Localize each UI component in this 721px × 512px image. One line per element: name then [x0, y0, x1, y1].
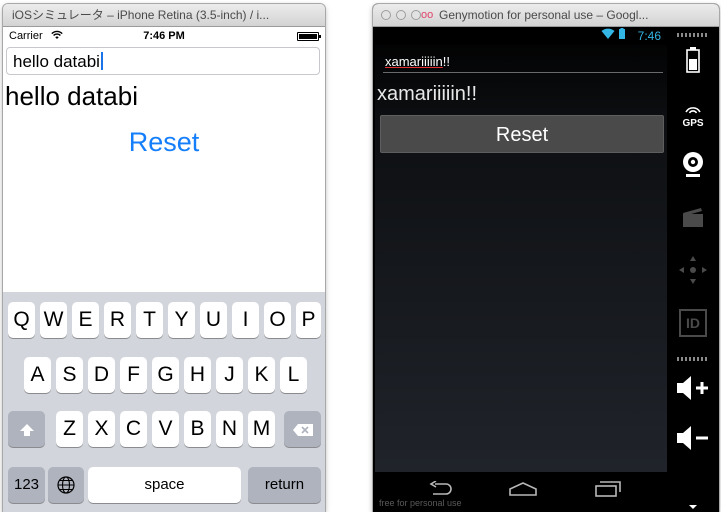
key-b[interactable]: B — [184, 411, 211, 447]
screencast-widget-icon[interactable] — [667, 205, 719, 234]
key-d[interactable]: D — [88, 357, 115, 393]
return-key[interactable]: return — [248, 467, 321, 503]
volume-up-icon[interactable] — [667, 375, 719, 406]
key-n[interactable]: N — [216, 411, 243, 447]
key-q[interactable]: Q — [8, 302, 35, 338]
android-edit-text-suffix: !! — [442, 54, 451, 69]
android-nav-bar: free for personal use — [375, 472, 667, 512]
key-v[interactable]: V — [152, 411, 179, 447]
android-edit-text-value: xamariiiiin — [385, 54, 443, 69]
key-c[interactable]: C — [120, 411, 147, 447]
device-id-label: ID — [679, 309, 707, 337]
battery-icon — [297, 32, 321, 41]
key-l[interactable]: L — [280, 357, 307, 393]
delete-key[interactable] — [284, 411, 321, 447]
key-t[interactable]: T — [136, 302, 163, 338]
volume-down-icon[interactable] — [667, 425, 719, 456]
key-h[interactable]: H — [184, 357, 211, 393]
zoom-window-button[interactable] — [411, 10, 421, 20]
genymotion-sidebar: GPS ID — [667, 27, 719, 512]
shift-icon — [19, 417, 35, 440]
gps-widget-icon[interactable]: GPS — [667, 101, 719, 129]
key-z[interactable]: Z — [56, 411, 83, 447]
android-screen: 7:46 xamariiiiin!! xamariiiiin!! Reset f… — [375, 27, 667, 512]
ios-text-field[interactable]: hello databi — [6, 47, 320, 75]
key-g[interactable]: G — [152, 357, 179, 393]
key-m[interactable]: M — [248, 411, 275, 447]
key-u[interactable]: U — [200, 302, 227, 338]
key-y[interactable]: Y — [168, 302, 195, 338]
key-p[interactable]: P — [296, 302, 321, 338]
webcam-widget-icon[interactable] — [667, 151, 719, 184]
dpad-widget-icon[interactable] — [667, 255, 719, 290]
ios-status-time: 7:46 PM — [143, 30, 185, 42]
android-status-time: 7:46 — [637, 29, 661, 43]
sidebar-grip-middle — [677, 357, 709, 361]
ios-screen: Carrier 7:46 PM hello databi hello datab… — [3, 27, 325, 512]
key-f[interactable]: F — [120, 357, 147, 393]
battery-widget-icon[interactable] — [667, 47, 719, 78]
minimize-window-button[interactable] — [396, 10, 406, 20]
genymotion-window: oo Genymotion for personal use – Googl..… — [373, 4, 719, 512]
globe-icon — [56, 473, 76, 496]
genymotion-titlebar: oo Genymotion for personal use – Googl..… — [373, 4, 719, 27]
ios-keyboard: Q W E R T Y U I O P A S D F G H J K L Z … — [3, 292, 325, 512]
key-e[interactable]: E — [72, 302, 99, 338]
android-output-label: xamariiiiin!! — [377, 83, 478, 105]
key-x[interactable]: X — [88, 411, 115, 447]
genymotion-window-title: Genymotion for personal use – Googl... — [439, 8, 649, 22]
sidebar-grip-top — [677, 33, 709, 37]
key-r[interactable]: R — [104, 302, 131, 338]
android-reset-button[interactable]: Reset — [380, 115, 664, 153]
sidebar-expand-icon[interactable] — [667, 497, 719, 512]
text-caret — [100, 52, 103, 70]
ios-simulator-window: iOSシミュレータ – iPhone Retina (3.5-inch) / i… — [3, 4, 325, 512]
android-recent-apps-icon[interactable] — [595, 480, 621, 503]
device-id-widget-icon[interactable]: ID — [667, 309, 719, 337]
numbers-key[interactable]: 123 — [8, 467, 45, 503]
ios-text-field-value: hello databi — [13, 52, 100, 71]
ios-output-label: hello databi — [5, 81, 138, 111]
key-a[interactable]: A — [24, 357, 51, 393]
ios-status-bar: Carrier 7:46 PM — [3, 27, 325, 45]
android-back-icon[interactable] — [427, 480, 453, 503]
ios-window-title: iOSシミュレータ – iPhone Retina (3.5-inch) / i… — [3, 4, 325, 27]
key-w[interactable]: W — [40, 302, 67, 338]
key-j[interactable]: J — [216, 357, 243, 393]
key-i[interactable]: I — [232, 302, 259, 338]
close-window-button[interactable] — [381, 10, 391, 20]
gps-label: GPS — [682, 118, 704, 129]
key-o[interactable]: O — [264, 302, 291, 338]
backspace-icon — [292, 417, 314, 440]
shift-key[interactable] — [8, 411, 45, 447]
key-s[interactable]: S — [56, 357, 83, 393]
space-key[interactable]: space — [88, 467, 241, 503]
android-edit-text[interactable]: xamariiiiin!! — [383, 51, 663, 73]
android-home-icon[interactable] — [509, 480, 537, 503]
key-k[interactable]: K — [248, 357, 275, 393]
ios-reset-button[interactable]: Reset — [3, 127, 325, 158]
genymotion-logo-icon: oo — [421, 9, 434, 21]
globe-key[interactable] — [48, 467, 84, 503]
android-wifi-battery-icon — [601, 28, 627, 43]
android-status-bar: 7:46 — [375, 27, 667, 45]
